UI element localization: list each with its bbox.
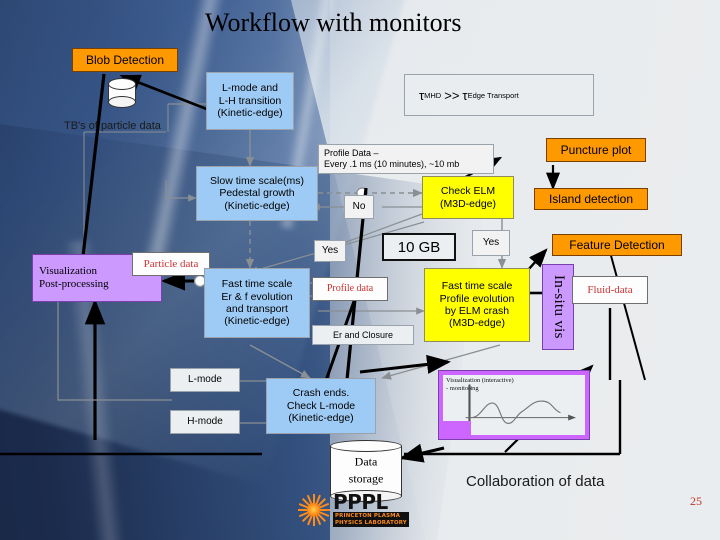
cylinder-top (108, 78, 136, 90)
formula-operator: >> (444, 87, 460, 103)
feature-detection-node[interactable]: Feature Detection (552, 234, 682, 256)
pppl-burst-icon (296, 492, 332, 528)
cylinder-bottom (108, 96, 136, 108)
no-branch-label: No (344, 195, 374, 219)
profile-data-note: Profile Data – Every .1 ms (10 minutes),… (318, 144, 494, 174)
check-elm-node[interactable]: Check ELM (M3D-edge) (422, 176, 514, 219)
fast-time-scale-elm-node[interactable]: Fast time scale Profile evolution by ELM… (424, 268, 530, 342)
pppl-burst-core (307, 503, 320, 516)
slide-canvas: Workflow with monitors Blob Detection TB… (0, 0, 720, 540)
visualization-monitor-panel[interactable]: Visualization (interactive) - monitoring (438, 370, 590, 440)
slide-number: 25 (690, 494, 702, 508)
yes-branch-label-left: Yes (314, 240, 346, 262)
ten-gb-badge: 10 GB (382, 233, 456, 261)
monitor-corner-notch (443, 421, 471, 435)
data-storage-top (330, 440, 402, 452)
in-situ-vis-label: In-situ vis (550, 275, 567, 339)
data-storage-caption: Data storage (348, 454, 384, 486)
h-mode-node[interactable]: H-mode (170, 410, 240, 434)
blob-detection-node[interactable]: Blob Detection (72, 48, 178, 72)
pppl-acronym: PPPL (333, 489, 388, 514)
puncture-plot-node[interactable]: Puncture plot (546, 138, 646, 162)
fast-time-scale-er-node[interactable]: Fast time scale Er & f evolution and tra… (204, 268, 310, 338)
l-mode-node[interactable]: L-mode (170, 368, 240, 392)
er-and-closure-label: Er and Closure (312, 325, 414, 345)
slow-time-scale-node[interactable]: Slow time scale(ms) Pedestal growth (Kin… (196, 166, 318, 221)
collaboration-footer-label: Collaboration of data (466, 473, 605, 490)
tau-mhd-subscript: MHD (424, 90, 442, 100)
pppl-logo: PPPL PRINCETON PLASMA PHYSICS LABORATORY (296, 492, 409, 528)
yes-branch-label-right: Yes (472, 230, 510, 256)
pppl-wordmark: PPPL PRINCETON PLASMA PHYSICS LABORATORY (333, 489, 409, 528)
page-title: Workflow with monitors (205, 8, 462, 37)
particle-database-cylinder (108, 78, 136, 108)
island-detection-node[interactable]: Island detection (534, 188, 648, 210)
tau-edge-subscript: Edge Transport (467, 90, 519, 100)
l-mode-transition-node[interactable]: L-mode and L-H transition (Kinetic-edge) (206, 72, 294, 130)
profile-data-label: Profile data (312, 277, 388, 301)
timescale-formula-box: τ MHD >> τ Edge Transport (404, 74, 594, 116)
monitor-screen: Visualization (interactive) - monitoring (443, 375, 585, 435)
particle-data-label: Particle data (132, 252, 210, 276)
tbs-particle-data-label: TB's of particle data (64, 120, 161, 132)
in-situ-vis-node[interactable]: In-situ vis (542, 264, 574, 350)
crash-ends-node[interactable]: Crash ends. Check L-mode (Kinetic-edge) (266, 378, 376, 434)
fluid-data-label: Fluid-data (572, 276, 648, 304)
pppl-tagline: PRINCETON PLASMA PHYSICS LABORATORY (333, 511, 409, 528)
